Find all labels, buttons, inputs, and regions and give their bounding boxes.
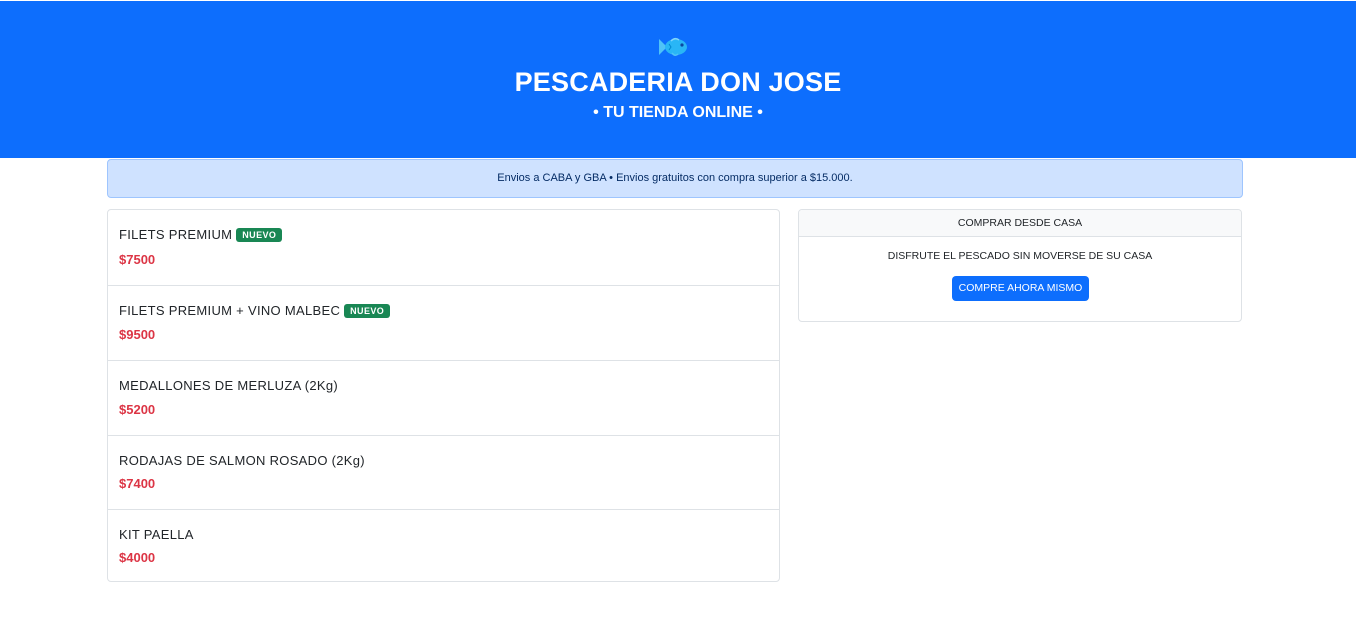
product-item[interactable]: KIT PAELLA $4000 [108,510,779,581]
card-text: DISFRUTE EL PESCADO SIN MOVERSE DE SU CA… [887,250,1153,262]
product-price: $9500 [119,327,156,342]
product-name: FILETS PREMIUM [119,227,233,242]
product-price: $4000 [119,550,156,565]
page-subtitle: • TU TIENDA ONLINE • [593,104,763,121]
product-name: FILETS PREMIUM + VINO MALBEC [119,303,341,318]
product-price: $7500 [119,252,156,267]
site-header: PESCADERIA DON JOSE • TU TIENDA ONLINE • [0,1,1356,158]
new-badge: NUEVO [344,304,391,318]
product-item[interactable]: RODAJAS DE SALMON ROSADO (2Kg) $7400 [108,436,779,510]
page-title: PESCADERIA DON JOSE [514,67,842,97]
card-header: COMPRAR DESDE CASA [799,210,1241,237]
product-item[interactable]: MEDALLONES DE MERLUZA (2Kg) $5200 [108,361,779,436]
shipping-notice: Envios a CABA y GBA • Envios gratuitos c… [107,159,1243,198]
product-name: RODAJAS DE SALMON ROSADO (2Kg) [119,453,365,468]
product-name: KIT PAELLA [119,527,194,542]
fish-icon [659,37,687,57]
product-price: $7400 [119,476,156,491]
product-name: MEDALLONES DE MERLUZA (2Kg) [119,378,339,393]
buy-from-home-card: COMPRAR DESDE CASA DISFRUTE EL PESCADO S… [798,209,1242,322]
product-price: $5200 [119,402,156,417]
product-list: FILETS PREMIUM NUEVO $7500 FILETS PREMIUM… [107,209,780,582]
product-item[interactable]: FILETS PREMIUM NUEVO $7500 [108,210,779,286]
buy-now-button[interactable]: COMPRE AHORA MISMO [952,276,1089,301]
new-badge: NUEVO [236,228,283,242]
product-item[interactable]: FILETS PREMIUM + VINO MALBEC NUEVO $9500 [108,286,779,361]
